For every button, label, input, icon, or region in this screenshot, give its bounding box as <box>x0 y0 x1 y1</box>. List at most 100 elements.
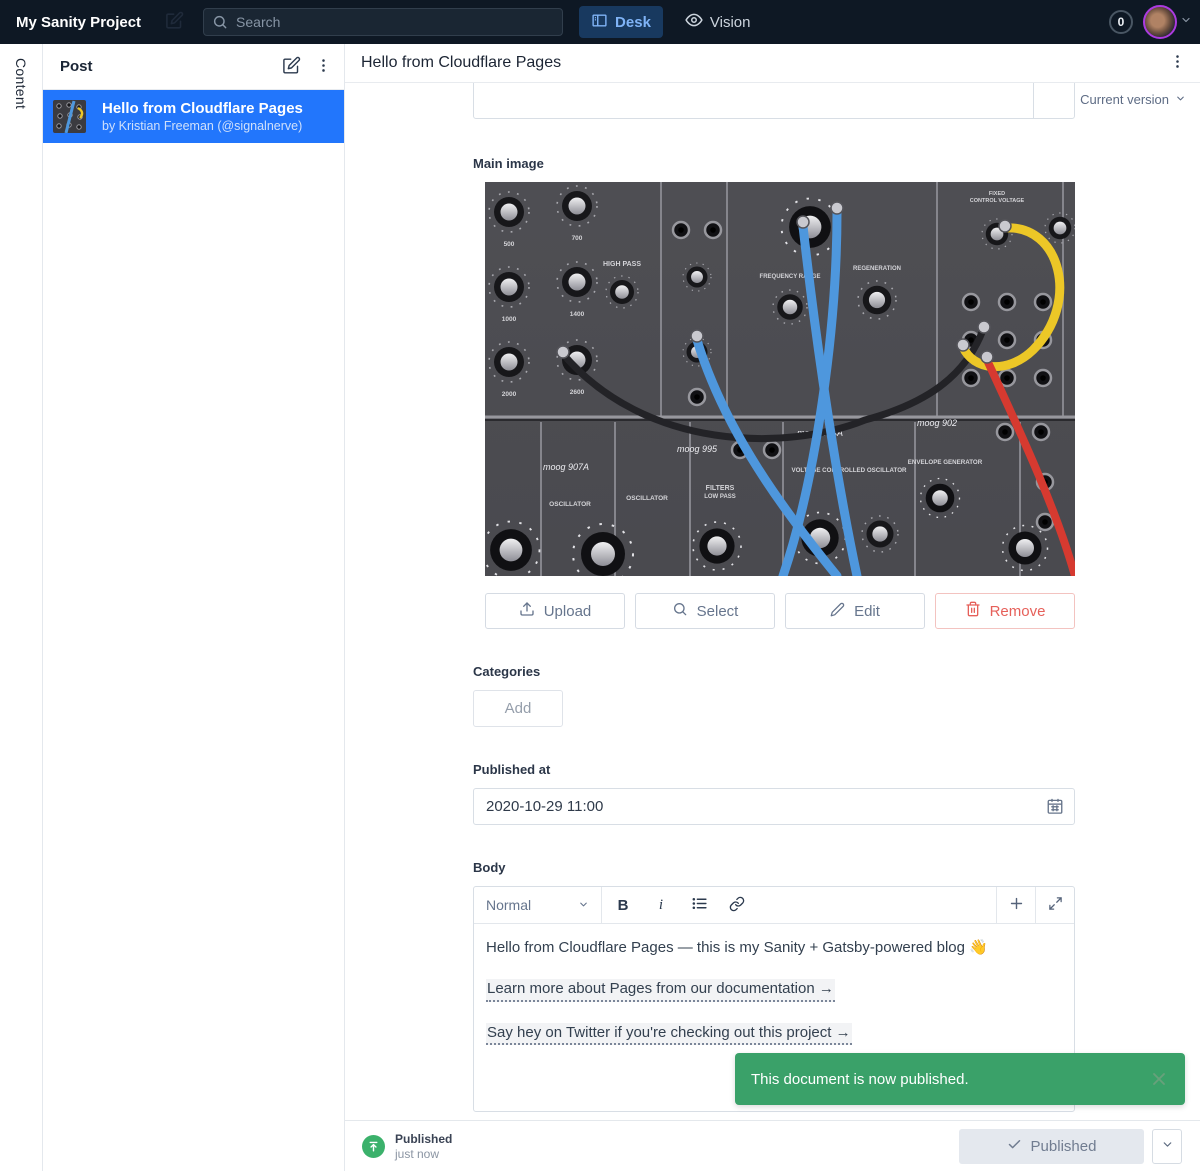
document-title: Hello from Cloudflare Pages <box>361 54 561 72</box>
remove-label: Remove <box>990 603 1046 620</box>
svg-text:1400: 1400 <box>570 311 585 318</box>
add-category-button[interactable]: Add <box>473 690 563 727</box>
upload-icon <box>519 601 535 621</box>
pane-title: Post <box>60 58 93 75</box>
publish-status: Published just now <box>362 1132 452 1161</box>
publish-status-title: Published <box>395 1132 452 1146</box>
document-header: Hello from Cloudflare Pages <box>345 44 1200 83</box>
pane-menu-button[interactable] <box>315 57 332 77</box>
search-icon <box>212 14 228 35</box>
chevron-down-icon <box>1180 13 1192 31</box>
link-button[interactable] <box>722 890 752 920</box>
select-label: Select <box>697 603 739 620</box>
pencil-icon <box>830 602 845 621</box>
image-actions: Upload Select Edit <box>485 593 1075 629</box>
main-image-preview[interactable]: 500700 10001400 20002600 HIGH PASS FREQU… <box>485 182 1075 576</box>
svg-text:FIXED: FIXED <box>989 191 1005 197</box>
user-menu[interactable] <box>1143 5 1192 39</box>
version-selector[interactable]: Current version <box>1080 92 1186 107</box>
check-icon <box>1007 1137 1022 1156</box>
published-at-field <box>473 788 1075 825</box>
post-list-item-selected[interactable]: Hello from Cloudflare Pages by Kristian … <box>43 90 344 143</box>
svg-text:2600: 2600 <box>570 389 585 396</box>
sanity-studio: My Sanity Project Desk Vision 0 <box>0 0 1200 1171</box>
kebab-icon <box>315 57 332 77</box>
upload-label: Upload <box>544 603 592 620</box>
body-link-1[interactable]: Learn more about Pages from our document… <box>486 979 835 1002</box>
svg-text:moog 995: moog 995 <box>677 444 718 454</box>
tab-desk[interactable]: Desk <box>579 6 663 38</box>
trash-icon <box>965 601 981 621</box>
insert-block-button[interactable] <box>996 887 1035 923</box>
post-item-subtitle: by Kristian Freeman (@signalnerve) <box>102 119 303 133</box>
block-style-select[interactable]: Normal <box>474 887 602 923</box>
toast-message: This document is now published. <box>751 1071 969 1088</box>
upload-button[interactable]: Upload <box>485 593 625 629</box>
slug-field-partial[interactable] <box>473 83 1075 119</box>
calendar-icon[interactable] <box>1046 797 1064 820</box>
kebab-icon <box>1169 53 1186 73</box>
create-post-button[interactable] <box>282 56 301 78</box>
published-at-input[interactable] <box>473 788 1075 825</box>
svg-text:LOW PASS: LOW PASS <box>704 494 736 500</box>
tool-rail-content-label[interactable]: Content <box>13 58 29 109</box>
edit-button[interactable]: Edit <box>785 593 925 629</box>
notifications-badge[interactable]: 0 <box>1109 10 1133 34</box>
svg-text:2000: 2000 <box>502 391 517 398</box>
svg-text:FILTERS: FILTERS <box>706 485 735 492</box>
tab-desk-label: Desk <box>615 14 651 31</box>
avatar <box>1143 5 1177 39</box>
chevron-down-icon <box>1161 1138 1174 1154</box>
synthesizer-photo: 500700 10001400 20002600 HIGH PASS FREQU… <box>485 182 1075 576</box>
main-image-label: Main image <box>473 156 544 171</box>
global-search <box>203 8 563 36</box>
bullet-list-icon <box>691 895 708 915</box>
svg-text:CONTROL VOLTAGE: CONTROL VOLTAGE <box>970 198 1025 204</box>
compose-icon <box>165 11 184 33</box>
post-thumbnail <box>53 100 86 133</box>
svg-text:1000: 1000 <box>502 316 517 323</box>
document-menu-button[interactable] <box>1169 53 1186 73</box>
project-title: My Sanity Project <box>16 14 141 31</box>
tab-vision[interactable]: Vision <box>673 6 763 38</box>
select-button[interactable]: Select <box>635 593 775 629</box>
desk-icon <box>591 12 608 33</box>
block-style-value: Normal <box>486 897 531 913</box>
expand-editor-button[interactable] <box>1035 887 1074 923</box>
document-form: Current version Main image <box>345 83 1200 1120</box>
expand-icon <box>1048 896 1063 914</box>
link-icon <box>729 896 745 915</box>
svg-text:ENVELOPE GENERATOR: ENVELOPE GENERATOR <box>908 459 983 466</box>
close-icon[interactable] <box>1149 1069 1169 1089</box>
document-footer: Published just now Published <box>345 1120 1200 1171</box>
search-input[interactable] <box>203 8 563 36</box>
bold-button[interactable]: B <box>608 890 638 920</box>
toast-published: This document is now published. <box>735 1053 1185 1105</box>
body-label: Body <box>473 860 506 875</box>
body-link-2[interactable]: Say hey on Twitter if you're checking ou… <box>486 1023 852 1046</box>
tool-rail: Content <box>0 44 43 1171</box>
published-icon <box>362 1135 385 1158</box>
svg-text:REGENERATION: REGENERATION <box>853 266 901 272</box>
published-at-label: Published at <box>473 762 550 777</box>
navbar-right: 0 <box>1109 5 1200 39</box>
italic-button[interactable]: i <box>646 890 676 920</box>
svg-text:HIGH PASS: HIGH PASS <box>603 261 641 268</box>
post-list-header: Post <box>43 44 344 90</box>
document-pane: Hello from Cloudflare Pages Current vers… <box>345 44 1200 1171</box>
tab-vision-label: Vision <box>710 14 751 31</box>
chevron-down-icon <box>1175 92 1186 107</box>
new-document-button[interactable] <box>159 7 189 37</box>
plus-icon <box>1008 895 1025 915</box>
editor-toolbar: Normal B i <box>474 887 1074 924</box>
remove-button[interactable]: Remove <box>935 593 1075 629</box>
svg-text:OSCILLATOR: OSCILLATOR <box>549 501 591 508</box>
post-list-pane: Post Hello from Cloudflare Pages <box>43 44 345 1171</box>
publish-menu-button[interactable] <box>1152 1129 1182 1164</box>
publish-button[interactable]: Published <box>959 1129 1144 1164</box>
version-label: Current version <box>1080 92 1169 107</box>
bullet-list-button[interactable] <box>684 890 714 920</box>
editor-content[interactable]: Hello from Cloudflare Pages — this is my… <box>474 924 1074 1058</box>
svg-text:moog 907A: moog 907A <box>543 462 589 472</box>
post-item-title: Hello from Cloudflare Pages <box>102 100 303 117</box>
